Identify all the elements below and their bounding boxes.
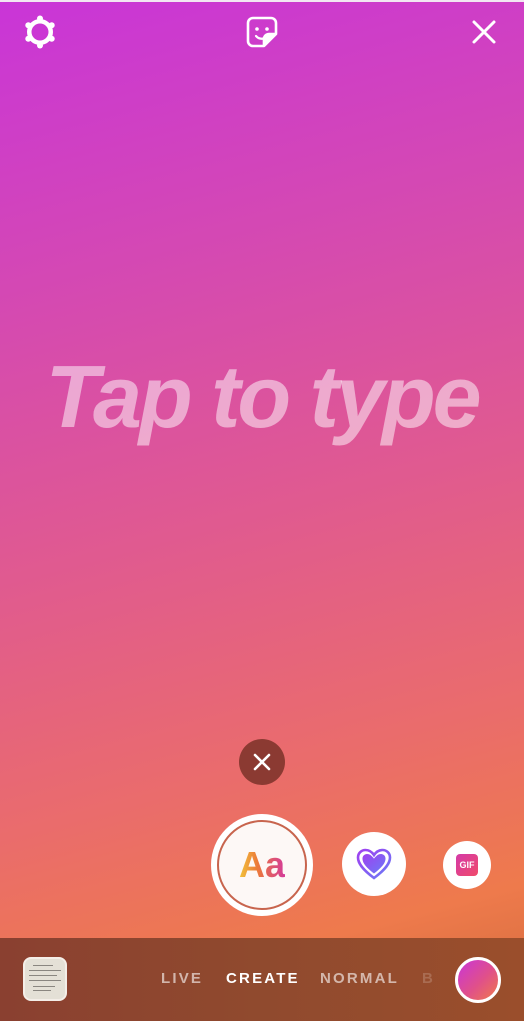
heart-tool-button[interactable] <box>342 832 406 896</box>
close-icon <box>253 753 271 771</box>
text-tool-ring: Aa <box>217 820 307 910</box>
camera-modes: LIVE CREATE NORMAL B <box>0 968 524 992</box>
sticker-icon <box>246 16 278 48</box>
dismiss-tools-button[interactable] <box>239 739 285 785</box>
close-icon <box>472 20 496 44</box>
story-camera-screen: Tap to type Aa GIF LIVE CREATE NORMAL B <box>0 0 524 1024</box>
close-button[interactable] <box>466 14 502 50</box>
mode-create[interactable]: CREATE <box>226 970 300 987</box>
gear-icon <box>25 15 55 49</box>
tap-to-type-placeholder[interactable]: Tap to type <box>0 346 524 448</box>
mode-next[interactable]: B <box>422 970 435 987</box>
heart-icon <box>356 848 392 880</box>
capture-button[interactable] <box>455 957 501 1003</box>
thumb-detail <box>33 965 53 966</box>
sticker-button[interactable] <box>244 14 280 50</box>
gif-tool-button[interactable]: GIF <box>443 841 491 889</box>
mode-live[interactable]: LIVE <box>161 970 203 987</box>
text-tool-label: Aa <box>238 844 286 885</box>
text-tool-button[interactable]: Aa <box>211 814 313 916</box>
settings-button[interactable] <box>22 14 58 50</box>
mode-normal[interactable]: NORMAL <box>320 970 399 987</box>
status-divider <box>0 0 524 2</box>
gif-icon: GIF <box>456 854 478 876</box>
